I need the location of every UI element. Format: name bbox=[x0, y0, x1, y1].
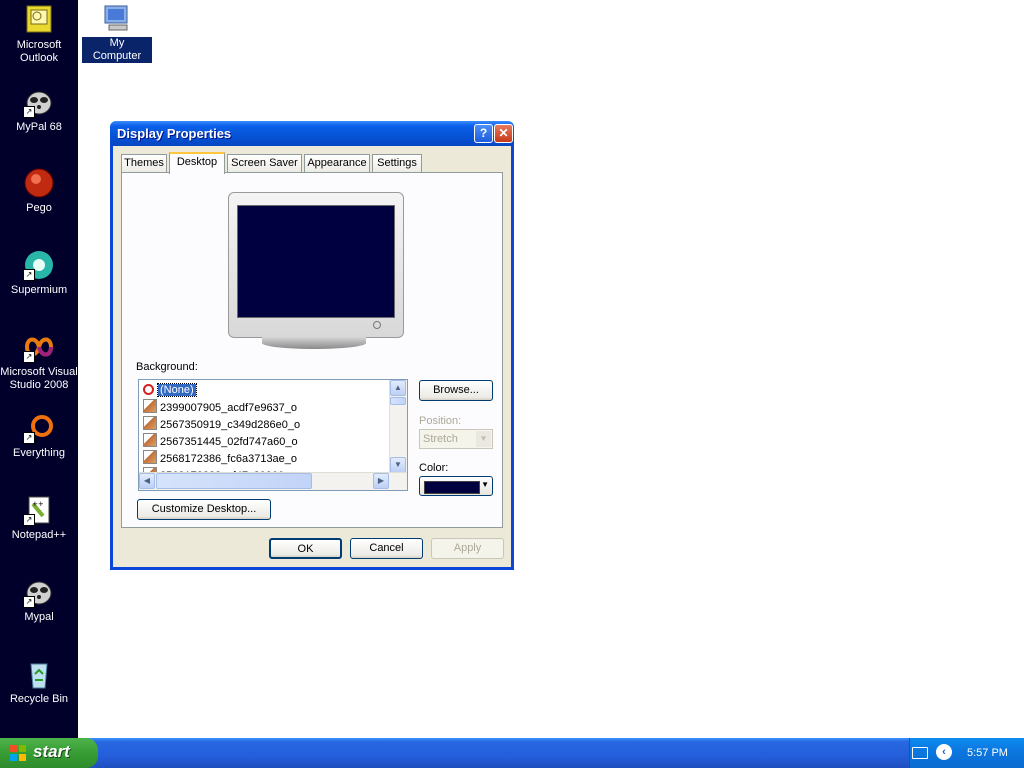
recycle-bin-icon bbox=[23, 658, 55, 690]
desktop-icon-label: Recycle Bin bbox=[9, 693, 69, 705]
start-button[interactable]: start bbox=[0, 738, 98, 768]
position-label: Position: bbox=[419, 415, 462, 427]
window-titlebar[interactable]: Display Properties ? ✕ bbox=[110, 121, 514, 146]
tab-desktop[interactable]: Desktop bbox=[169, 152, 225, 174]
tab-screen-saver[interactable]: Screen Saver bbox=[227, 154, 302, 172]
list-item[interactable]: 2567351445_02fd747a60_o bbox=[143, 433, 298, 449]
position-select[interactable]: Stretch ▼ bbox=[419, 429, 493, 449]
monitor-screen bbox=[237, 205, 395, 318]
start-label: start bbox=[33, 742, 70, 761]
list-item[interactable]: 2567350919_c349d286e0_o bbox=[143, 416, 300, 432]
list-item[interactable]: (None) bbox=[143, 382, 197, 398]
customize-desktop-button[interactable]: Customize Desktop... bbox=[137, 499, 271, 520]
desktop-icon-label: Everything bbox=[13, 447, 65, 459]
shortcut-arrow-icon: ↗ bbox=[23, 269, 35, 281]
color-label: Color: bbox=[419, 462, 449, 474]
image-file-icon bbox=[143, 433, 157, 447]
desktop-icon-recycle-bin[interactable]: Recycle Bin bbox=[0, 658, 78, 706]
background-label: Background: bbox=[136, 361, 198, 373]
scroll-up-button[interactable]: ▲ bbox=[390, 380, 406, 396]
apply-button[interactable]: Apply bbox=[431, 538, 504, 559]
mypal-icon: ↗ bbox=[23, 86, 55, 118]
outlook-icon bbox=[23, 4, 55, 36]
shortcut-arrow-icon: ↗ bbox=[23, 432, 35, 444]
windows-logo-icon bbox=[10, 745, 26, 761]
color-swatch bbox=[424, 481, 480, 494]
desktop-tab-panel: Background: (None) 2399007905_acdf7e9637… bbox=[121, 172, 503, 528]
desktop-icon-my-computer[interactable]: My Computer bbox=[82, 2, 152, 63]
tab-appearance[interactable]: Appearance bbox=[304, 154, 370, 172]
keyboard-icon[interactable] bbox=[912, 747, 928, 759]
visual-studio-icon: ↗ bbox=[23, 331, 55, 363]
tab-themes[interactable]: Themes bbox=[121, 154, 167, 172]
desktop-icon-label: Mypal bbox=[24, 611, 54, 623]
desktop-icon-mypal68[interactable]: ↗ MyPal 68 bbox=[0, 86, 78, 134]
color-picker-button[interactable]: ▼ bbox=[419, 476, 493, 496]
desktop-icon-label: Microsoft Outlook bbox=[16, 39, 62, 64]
image-file-icon bbox=[143, 450, 157, 464]
list-item[interactable]: 2568172386_fc6a3713ae_o bbox=[143, 450, 297, 466]
vertical-scroll-thumb[interactable] bbox=[390, 397, 406, 405]
desktop-icon-mypal[interactable]: ↗ Mypal bbox=[0, 576, 78, 624]
desktop-icon-label: Pego bbox=[26, 202, 52, 214]
desktop-icon-pego[interactable]: Pego bbox=[0, 167, 78, 215]
desktop-icon-label: Supermium bbox=[10, 284, 68, 296]
scroll-right-button[interactable]: ▶ bbox=[373, 473, 389, 489]
clock[interactable]: 5:57 PM bbox=[967, 747, 1008, 759]
desktop-icon-everything[interactable]: ↗ Everything bbox=[0, 412, 78, 460]
system-tray: ‹ 5:57 PM bbox=[909, 738, 1024, 768]
desktop-icon-visual-studio[interactable]: ↗ Microsoft Visual Studio 2008 bbox=[0, 331, 78, 392]
monitor-power-icon bbox=[373, 321, 381, 329]
ok-button[interactable]: OK bbox=[269, 538, 342, 559]
taskbar: start ‹ 5:57 PM bbox=[0, 738, 1024, 768]
position-value: Stretch bbox=[423, 433, 458, 445]
shortcut-arrow-icon: ↗ bbox=[23, 596, 35, 608]
chevron-down-icon: ▼ bbox=[476, 431, 491, 447]
desktop-icon-supermium[interactable]: ↗ Supermium bbox=[0, 249, 78, 297]
horizontal-scrollbar[interactable]: ◀ ▶ bbox=[139, 472, 407, 490]
browse-button[interactable]: Browse... bbox=[419, 380, 493, 401]
notepadpp-icon: ++ ↗ bbox=[23, 494, 55, 526]
chevron-down-icon: ▼ bbox=[481, 480, 489, 489]
desktop-icon-label: Microsoft Visual Studio 2008 bbox=[0, 366, 78, 391]
background-listbox[interactable]: (None) 2399007905_acdf7e9637_o 256735091… bbox=[138, 379, 408, 491]
list-item[interactable]: 2399007905_acdf7e9637_o bbox=[143, 399, 297, 415]
image-file-icon bbox=[143, 416, 157, 430]
window-client: Themes Desktop Screen Saver Appearance S… bbox=[113, 146, 511, 567]
supermium-icon: ↗ bbox=[23, 249, 55, 281]
desktop-icon-label: Notepad++ bbox=[11, 529, 67, 541]
vertical-scrollbar[interactable]: ▲ ▼ bbox=[389, 380, 407, 474]
show-hidden-icons-button[interactable]: ‹ bbox=[936, 744, 952, 760]
shortcut-arrow-icon: ↗ bbox=[23, 106, 35, 118]
no-wallpaper-icon bbox=[143, 384, 154, 395]
my-computer-icon bbox=[101, 2, 133, 34]
mypal-icon: ↗ bbox=[23, 576, 55, 608]
close-button[interactable]: ✕ bbox=[494, 124, 513, 143]
desktop-icon-label: My Computer bbox=[82, 37, 152, 63]
display-properties-window: Display Properties ? ✕ Themes Desktop Sc… bbox=[110, 121, 514, 570]
image-file-icon bbox=[143, 399, 157, 413]
pego-icon bbox=[23, 167, 55, 199]
window-title: Display Properties bbox=[117, 126, 232, 141]
shortcut-arrow-icon: ↗ bbox=[23, 514, 35, 526]
desktop-icon-outlook[interactable]: Microsoft Outlook bbox=[0, 4, 78, 65]
monitor-preview bbox=[228, 192, 404, 338]
shortcut-arrow-icon: ↗ bbox=[23, 351, 35, 363]
tab-settings[interactable]: Settings bbox=[372, 154, 422, 172]
cancel-button[interactable]: Cancel bbox=[350, 538, 423, 559]
horizontal-scroll-thumb[interactable] bbox=[156, 473, 312, 489]
desktop-icon-label: MyPal 68 bbox=[16, 121, 62, 133]
monitor-stand bbox=[262, 337, 366, 349]
everything-icon: ↗ bbox=[23, 412, 55, 444]
scroll-down-button[interactable]: ▼ bbox=[390, 457, 406, 473]
svg-text:++: ++ bbox=[32, 500, 44, 508]
scroll-left-button[interactable]: ◀ bbox=[139, 473, 155, 489]
desktop-icon-notepadpp[interactable]: ++ ↗ Notepad++ bbox=[0, 494, 78, 542]
help-button[interactable]: ? bbox=[474, 124, 493, 143]
